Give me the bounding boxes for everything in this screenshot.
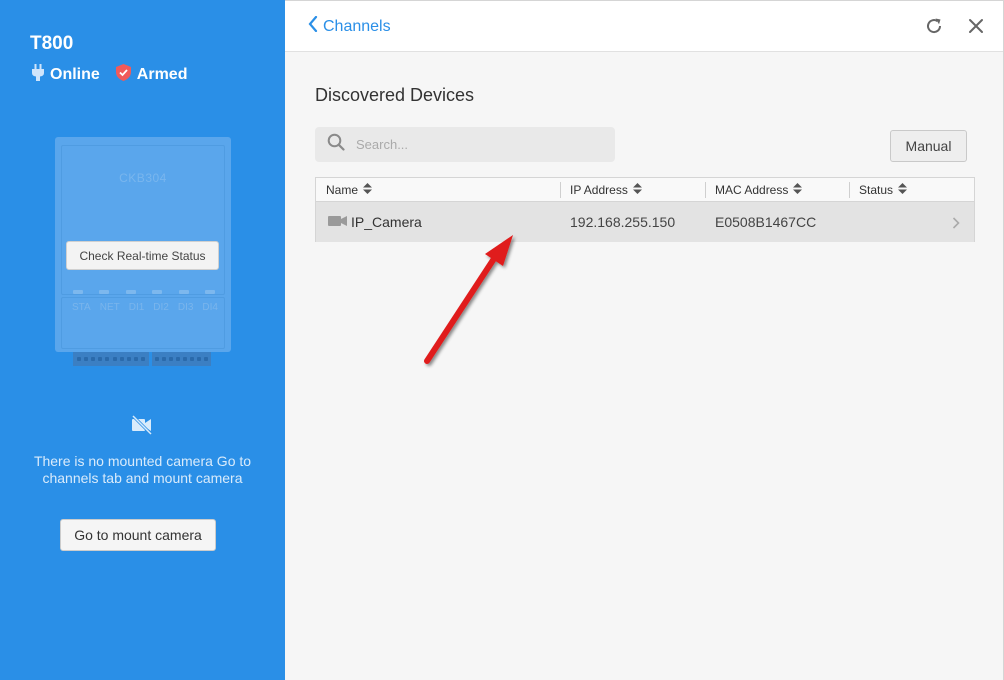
device-name: T800 (30, 33, 74, 54)
led-labels: STA NET DI1 DI2 DI3 DI4 (72, 302, 218, 313)
check-realtime-status-button[interactable]: Check Real-time Status (66, 241, 219, 270)
terminal-block (152, 352, 211, 366)
back-label: Channels (323, 17, 391, 35)
no-camera-message: There is no mounted camera Go to channel… (33, 453, 252, 486)
led-row (73, 290, 215, 294)
column-label: Status (859, 182, 894, 197)
close-icon[interactable] (968, 18, 984, 39)
led-label: DI2 (153, 302, 169, 313)
armed-status: Armed (115, 64, 188, 86)
sort-icon (898, 182, 908, 197)
channels-panel: Channels Discovered Devices Manual Name … (285, 0, 1004, 680)
manual-button[interactable]: Manual (890, 130, 967, 162)
armed-label: Armed (136, 66, 188, 83)
online-label: Online (50, 66, 100, 83)
chevron-right-icon (952, 216, 960, 232)
cell-status (849, 202, 949, 242)
device-status-row: Online Armed (32, 64, 203, 86)
sort-icon (632, 182, 642, 197)
led-indicator (125, 290, 136, 294)
top-bar: Channels (285, 1, 1003, 52)
go-to-mount-camera-button[interactable]: Go to mount camera (60, 519, 216, 551)
column-header-status[interactable]: Status (849, 178, 974, 201)
device-face (61, 145, 225, 295)
cell-name: IP_Camera (316, 202, 560, 242)
back-to-channels-link[interactable]: Channels (308, 15, 391, 37)
device-panel: T800 Online Armed CKB304 Check Real-time… (0, 0, 285, 680)
section-title: Discovered Devices (315, 85, 475, 105)
plug-icon (32, 64, 50, 86)
camera-icon (328, 214, 351, 230)
column-label: MAC Address (715, 182, 789, 197)
led-label: NET (99, 302, 120, 313)
led-indicator (178, 290, 189, 294)
table-header: Name IP Address MAC Address Status (315, 177, 975, 202)
search-icon (315, 133, 345, 156)
led-indicator (99, 290, 110, 294)
led-indicator (73, 290, 83, 294)
online-status: Online (32, 64, 100, 86)
sort-icon (363, 182, 373, 197)
led-label: DI1 (128, 302, 145, 313)
led-label: STA (72, 302, 91, 313)
led-label: DI4 (202, 302, 218, 313)
devices-table: Name IP Address MAC Address Status IP_Ca… (315, 177, 975, 242)
chevron-left-icon (308, 15, 323, 37)
column-header-mac-address[interactable]: MAC Address (705, 178, 849, 201)
cell-mac-address: E0508B1467CC (715, 214, 817, 230)
device-name-value: IP_Camera (351, 214, 422, 230)
annotation-arrow (415, 229, 525, 379)
led-label: DI3 (177, 302, 194, 313)
led-indicator (152, 290, 163, 294)
column-header-name[interactable]: Name (316, 178, 560, 201)
column-label: IP Address (570, 182, 628, 197)
camera-off-icon (131, 414, 153, 440)
sort-icon (793, 182, 803, 197)
cell-ip-address: 192.168.255.150 (570, 214, 676, 230)
device-model-label: CKB304 (119, 171, 167, 185)
refresh-icon[interactable] (925, 17, 943, 40)
table-row[interactable]: IP_Camera 192.168.255.150 E0508B1467CC (315, 202, 975, 242)
search-input[interactable] (356, 137, 596, 152)
column-header-ip-address[interactable]: IP Address (560, 178, 705, 201)
terminal-block (73, 352, 149, 366)
search-box[interactable] (315, 127, 615, 162)
shield-icon (115, 64, 137, 86)
column-label: Name (326, 182, 359, 197)
led-indicator (204, 290, 215, 294)
